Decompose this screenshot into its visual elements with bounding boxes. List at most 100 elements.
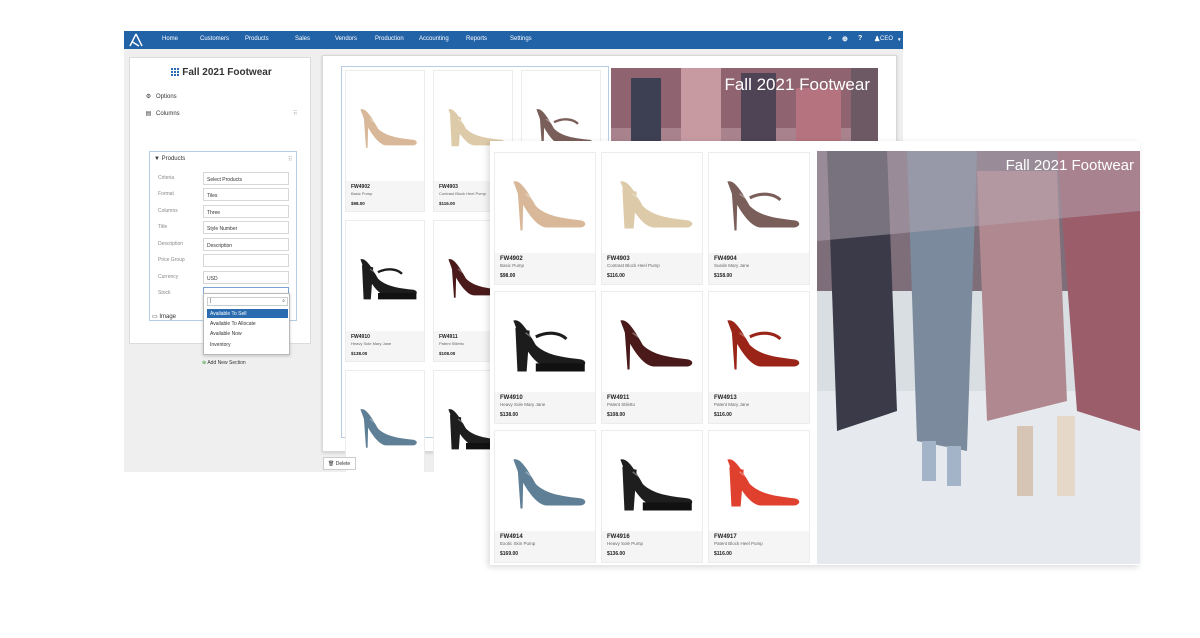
product-info: FW4902 Basic Pump $98.00 (495, 253, 595, 284)
products-label: Products (161, 156, 186, 162)
nav-accounting[interactable]: Accounting (419, 36, 449, 42)
product-image-area (495, 431, 595, 533)
format-select[interactable]: Tiles (203, 188, 289, 201)
description-select[interactable]: Description (203, 238, 289, 251)
product-description: Heavy Sole Pump (607, 541, 644, 546)
product-price: $138.00 (500, 412, 519, 418)
product-info: FW4902 Basic Pump $98.00 (346, 181, 424, 211)
field-label: Title (158, 224, 168, 230)
product-image-area (346, 371, 424, 472)
product-tile[interactable]: FW4913Patent Mary Jane $116.00 (708, 291, 810, 424)
stock-option[interactable]: Available Now (207, 329, 288, 338)
shoe-image (727, 459, 800, 507)
add-new-section-link[interactable]: ⊕ Add New Section (202, 360, 246, 366)
product-description: Patent Block Heel Pump (714, 541, 763, 546)
catalog-banner: Fall 2021 Footwear (817, 151, 1140, 564)
runway-photo (817, 151, 1140, 564)
top-navigation-bar: Home Customers Products Sales Vendors Pr… (124, 31, 903, 49)
catalog-icon (170, 67, 180, 76)
add-section-label: Add New Section (207, 360, 246, 366)
stock-search-value: | (210, 298, 212, 304)
catalog-enlarged-view: FW4902 Basic Pump $98.00 FW4903 Contrast Blo… (490, 141, 1140, 565)
nav-vendors[interactable]: Vendors (335, 36, 357, 42)
help-icon[interactable]: ? (858, 35, 862, 42)
products-header[interactable]: ▼ Products (154, 156, 294, 168)
product-tile[interactable]: FW4904Suede Mary Jane $158.00 (708, 152, 810, 285)
currency-select[interactable]: USD (203, 271, 289, 284)
config-title-text: Fall 2021 Footwear (182, 67, 272, 78)
nav-settings[interactable]: Settings (510, 36, 532, 42)
product-code: FW4916 (607, 534, 630, 540)
product-description: Patent Mary Jane (714, 402, 750, 407)
image-column-section[interactable]: ▭ Image (152, 313, 176, 320)
user-menu[interactable]: CEO (880, 36, 893, 42)
product-tile[interactable]: FW4914Exotic Skin Pump$169.00 (345, 370, 425, 472)
field-label: Price Group (158, 257, 185, 263)
drag-handle-icon[interactable]: ⠿ (293, 110, 298, 117)
field-label: Format (158, 191, 174, 197)
app-logo-icon[interactable] (128, 32, 144, 48)
shoe-image (360, 109, 417, 148)
product-price: $98.00 (351, 201, 365, 206)
product-tile[interactable]: FW4914Exotic Skin Pump$169.00 (494, 430, 596, 563)
field-label: Criteria (158, 175, 175, 181)
stock-option[interactable]: Inventory (207, 340, 288, 349)
product-info: FW4903 Contrast Block Heel Pump $116.00 (602, 253, 702, 284)
product-code: FW4903 (607, 256, 630, 262)
product-image-area (602, 292, 702, 394)
shirt-icon: ▼ (154, 156, 160, 162)
chevron-down-icon[interactable]: ▾ (898, 37, 901, 43)
product-code: FW4914 (500, 534, 523, 540)
product-tile[interactable]: FW4917Patent Block Heel Pump $116.00 (708, 430, 810, 563)
product-info: FW4910 Heavy Sole Mary Jane $138.00 (346, 331, 424, 361)
banner-title: Fall 2021 Footwear (1005, 157, 1134, 174)
product-tile[interactable]: FW4902 Basic Pump $98.00 (345, 70, 425, 212)
product-info: FW4916 Heavy Sole Pump $136.00 (602, 531, 702, 562)
product-tile[interactable]: FW4910 Heavy Sole Mary Jane $138.00 (494, 291, 596, 424)
product-price: $116.00 (607, 273, 625, 279)
product-tile[interactable]: FW4902 Basic Pump $98.00 (494, 152, 596, 285)
product-tile[interactable]: FW4903 Contrast Block Heel Pump $116.00 (601, 152, 703, 285)
nav-reports[interactable]: Reports (466, 36, 487, 42)
shoe-image (360, 409, 417, 448)
product-tile[interactable]: FW4911 Patent Stiletto $108.00 (601, 291, 703, 424)
columns-select[interactable]: Three (203, 205, 289, 218)
title-select[interactable]: Style Number (203, 221, 289, 234)
product-code: FW4910 (500, 395, 523, 401)
product-tile[interactable]: FW4910 Heavy Sole Mary Jane $138.00 (345, 220, 425, 362)
options-section[interactable]: ⚙ Options (145, 93, 177, 100)
criteria-select[interactable]: Select Products (203, 172, 289, 185)
stock-option[interactable]: Available To Allocate (207, 319, 288, 328)
product-image-area (709, 292, 809, 394)
nav-home[interactable]: Home (162, 36, 178, 42)
columns-icon: ▤ (145, 111, 152, 117)
delete-button[interactable]: 🗑 Delete (323, 457, 356, 470)
field-label: Currency (158, 274, 179, 280)
shoe-image (513, 459, 586, 509)
stock-search-input[interactable]: | ⌕ (207, 297, 288, 306)
drag-handle-icon[interactable]: ⠿ (288, 156, 293, 163)
nav-sales[interactable]: Sales (295, 36, 310, 42)
price-group-select[interactable] (203, 254, 289, 267)
shoe-image (513, 320, 586, 372)
product-description: Basic Pump (351, 191, 373, 196)
search-icon[interactable]: ⌕ (828, 35, 832, 43)
product-code: FW4913 (714, 395, 737, 401)
stock-option[interactable]: Available To Sell (207, 309, 288, 318)
nav-products[interactable]: Products (245, 36, 269, 42)
columns-section[interactable]: ▤ Columns (145, 110, 180, 117)
product-code: FW4917 (714, 534, 737, 540)
nav-customers[interactable]: Customers (200, 36, 229, 42)
product-image-area (709, 153, 809, 255)
globe-icon[interactable]: ⊕ (842, 35, 848, 43)
banner-title: Fall 2021 Footwear (724, 75, 870, 94)
product-code: FW4902 (351, 184, 370, 190)
field-title: Title Style Number (158, 221, 289, 235)
columns-label: Columns (156, 111, 180, 117)
product-image-area (495, 153, 595, 255)
product-image-area (346, 71, 424, 183)
nav-production[interactable]: Production (375, 36, 404, 42)
delete-label: Delete (335, 461, 351, 467)
product-price: $116.00 (714, 412, 732, 418)
product-tile[interactable]: FW4916Heavy Sole Pump $136.00 (601, 430, 703, 563)
